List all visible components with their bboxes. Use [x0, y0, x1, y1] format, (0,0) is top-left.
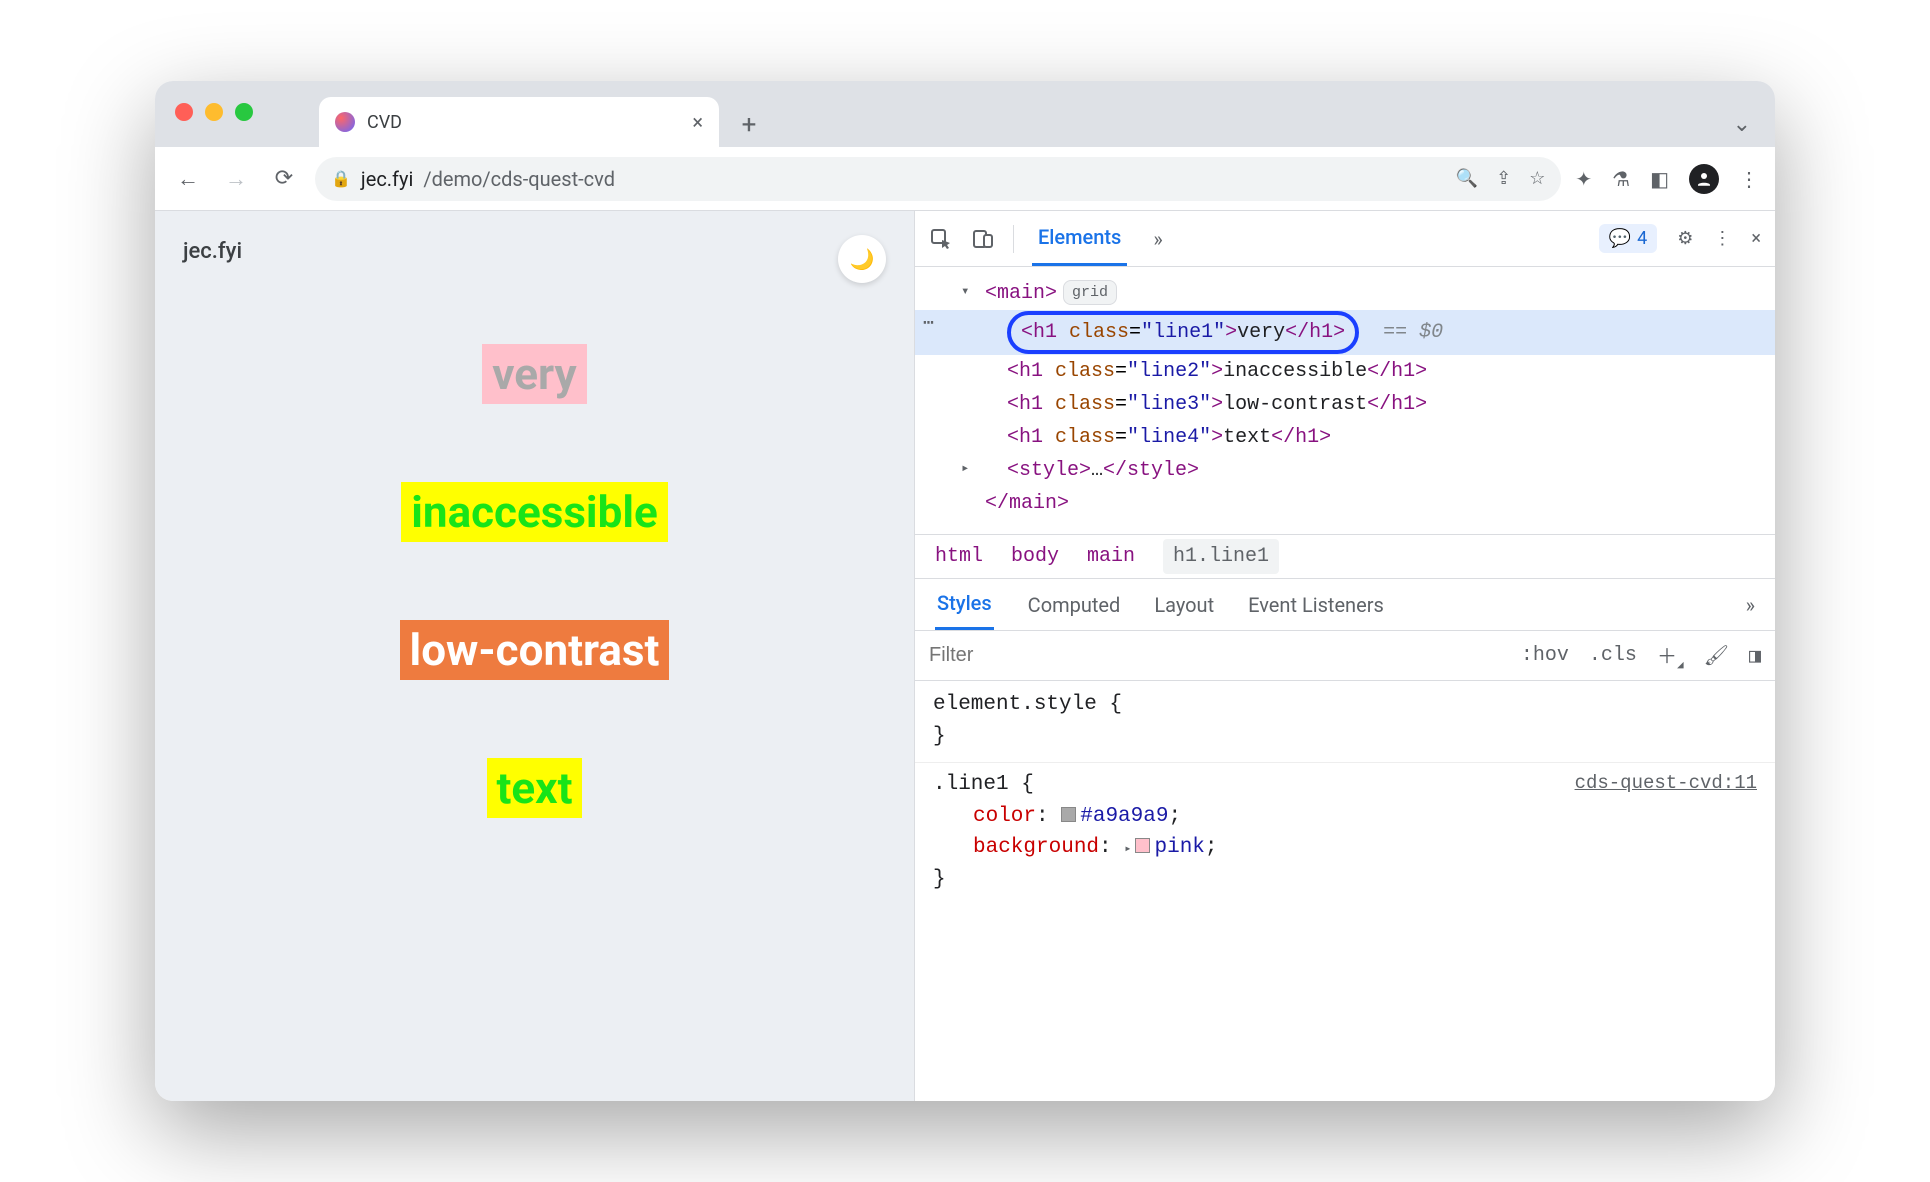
- dom-node-h1-line3[interactable]: <h1 class="line3">low-contrast</h1>: [915, 388, 1775, 421]
- inspect-element-icon[interactable]: [929, 227, 953, 251]
- more-panels-button[interactable]: »: [1147, 213, 1168, 265]
- demo-line-4[interactable]: text: [487, 758, 583, 818]
- tab-styles[interactable]: Styles: [935, 579, 994, 630]
- close-tab-button[interactable]: ×: [692, 110, 703, 134]
- theme-toggle-button[interactable]: 🌙: [838, 235, 886, 283]
- side-panel-icon[interactable]: ◧: [1650, 167, 1669, 191]
- minimize-window-button[interactable]: [205, 103, 223, 121]
- cls-toggle[interactable]: .cls: [1589, 644, 1637, 667]
- settings-icon[interactable]: ⚙: [1677, 228, 1693, 249]
- dom-node-main-close[interactable]: </main>: [915, 487, 1775, 520]
- rule-element-style[interactable]: element.style { }: [933, 689, 1757, 752]
- address-bar[interactable]: 🔒 jec.fyi/demo/cds-quest-cvd 🔍 ⇪ ☆: [315, 157, 1561, 201]
- crumb-body[interactable]: body: [1011, 545, 1059, 568]
- demo-line-2[interactable]: inaccessible: [401, 482, 667, 542]
- ellipsis-icon[interactable]: ⋯: [923, 311, 934, 339]
- crumb-html[interactable]: html: [935, 545, 983, 568]
- chat-icon: 💬: [1609, 228, 1631, 249]
- styles-filter-input[interactable]: [929, 644, 1249, 667]
- crumb-selected[interactable]: h1.line1: [1163, 539, 1279, 574]
- dom-node-h1-line1[interactable]: ⋯ <h1 class="line1">very</h1> == $0: [915, 310, 1775, 355]
- dom-tree[interactable]: <main>grid ⋯ <h1 class="line1">very</h1>…: [915, 267, 1775, 535]
- maximize-window-button[interactable]: [235, 103, 253, 121]
- devtools-menu-button[interactable]: ⋮: [1713, 228, 1731, 249]
- styles-tabs: Styles Computed Layout Event Listeners »: [915, 579, 1775, 631]
- browser-tab[interactable]: CVD ×: [319, 97, 719, 147]
- devtools-toolbar: Elements » 💬 4 ⚙ ⋮ ×: [915, 211, 1775, 267]
- demo-line-1[interactable]: very: [482, 344, 586, 404]
- eq-ref: == $0: [1383, 321, 1443, 344]
- forward-button[interactable]: →: [219, 162, 253, 196]
- rule-source-link[interactable]: cds-quest-cvd:11: [1575, 769, 1757, 798]
- more-styles-tabs[interactable]: »: [1746, 593, 1755, 617]
- new-tab-button[interactable]: +: [727, 103, 771, 147]
- dom-node-style[interactable]: <style>…</style>: [915, 454, 1775, 487]
- selected-node-highlight: <h1 class="line1">very</h1>: [1007, 311, 1359, 354]
- tab-list-button[interactable]: ⌄: [1733, 112, 1751, 147]
- dom-node-h1-line2[interactable]: <h1 class="line2">inaccessible</h1>: [915, 355, 1775, 388]
- browser-window: CVD × + ⌄ ← → ⟳ 🔒 jec.fyi/demo/cds-quest…: [155, 81, 1775, 1101]
- issues-count: 4: [1637, 228, 1647, 249]
- share-icon[interactable]: ⇪: [1496, 168, 1511, 189]
- moon-icon: 🌙: [850, 247, 875, 271]
- labs-icon[interactable]: ⚗: [1612, 167, 1630, 191]
- tab-elements[interactable]: Elements: [1032, 211, 1127, 266]
- browser-toolbar: ← → ⟳ 🔒 jec.fyi/demo/cds-quest-cvd 🔍 ⇪ ☆…: [155, 147, 1775, 211]
- rule-line1[interactable]: cds-quest-cvd:11 .line1 { color: #a9a9a9…: [933, 769, 1757, 895]
- expand-shorthand-icon[interactable]: ▸: [1124, 840, 1131, 858]
- profile-avatar[interactable]: [1689, 164, 1719, 194]
- demo-content: very inaccessible low-contrast text: [183, 344, 886, 818]
- new-style-rule-button[interactable]: ＋◢: [1657, 640, 1684, 672]
- bookmark-icon[interactable]: ☆: [1529, 168, 1545, 189]
- dom-node-h1-line4[interactable]: <h1 class="line4">text</h1>: [915, 421, 1775, 454]
- paint-icon[interactable]: 🖌: [1704, 643, 1729, 669]
- styles-pane[interactable]: element.style { } cds-quest-cvd:11 .line…: [915, 681, 1775, 913]
- toggle-sidebar-icon[interactable]: ◨: [1749, 643, 1761, 669]
- prop-background[interactable]: background: ▸pink;: [933, 832, 1757, 864]
- issues-button[interactable]: 💬 4: [1599, 224, 1658, 253]
- tab-computed[interactable]: Computed: [1028, 593, 1121, 617]
- favicon-icon: [335, 112, 355, 132]
- window-controls: [175, 103, 253, 121]
- content-area: jec.fyi 🌙 very inaccessible low-contrast…: [155, 211, 1775, 1101]
- dom-breadcrumbs: html body main h1.line1: [915, 535, 1775, 579]
- demo-line-3[interactable]: low-contrast: [400, 620, 670, 680]
- close-window-button[interactable]: [175, 103, 193, 121]
- hov-toggle[interactable]: :hov: [1521, 644, 1569, 667]
- tab-event-listeners[interactable]: Event Listeners: [1248, 593, 1384, 617]
- tab-title: CVD: [367, 112, 402, 133]
- site-label: jec.fyi: [183, 239, 886, 264]
- tab-strip: CVD × + ⌄: [155, 81, 1775, 147]
- reload-button[interactable]: ⟳: [267, 162, 301, 196]
- url-domain: jec.fyi: [361, 167, 413, 191]
- rendered-page: jec.fyi 🌙 very inaccessible low-contrast…: [155, 211, 915, 1101]
- url-path: /demo/cds-quest-cvd: [423, 167, 615, 191]
- chrome-menu-button[interactable]: ⋮: [1739, 167, 1759, 191]
- grid-badge[interactable]: grid: [1063, 280, 1117, 305]
- styles-filter-bar: :hov .cls ＋◢ 🖌 ◨: [915, 631, 1775, 681]
- crumb-main[interactable]: main: [1087, 545, 1135, 568]
- device-toggle-icon[interactable]: [971, 227, 995, 251]
- devtools-panel: Elements » 💬 4 ⚙ ⋮ × <main>grid: [915, 211, 1775, 1101]
- prop-color[interactable]: color: #a9a9a9;: [933, 801, 1757, 833]
- zoom-icon[interactable]: 🔍: [1456, 168, 1478, 189]
- tab-layout[interactable]: Layout: [1154, 593, 1214, 617]
- back-button[interactable]: ←: [171, 162, 205, 196]
- lock-icon: 🔒: [331, 169, 351, 188]
- dom-node-main[interactable]: <main>grid: [915, 277, 1775, 310]
- color-swatch[interactable]: [1135, 838, 1150, 853]
- close-devtools-button[interactable]: ×: [1751, 228, 1761, 249]
- color-swatch[interactable]: [1061, 807, 1076, 822]
- extensions-icon[interactable]: ✦: [1575, 167, 1592, 191]
